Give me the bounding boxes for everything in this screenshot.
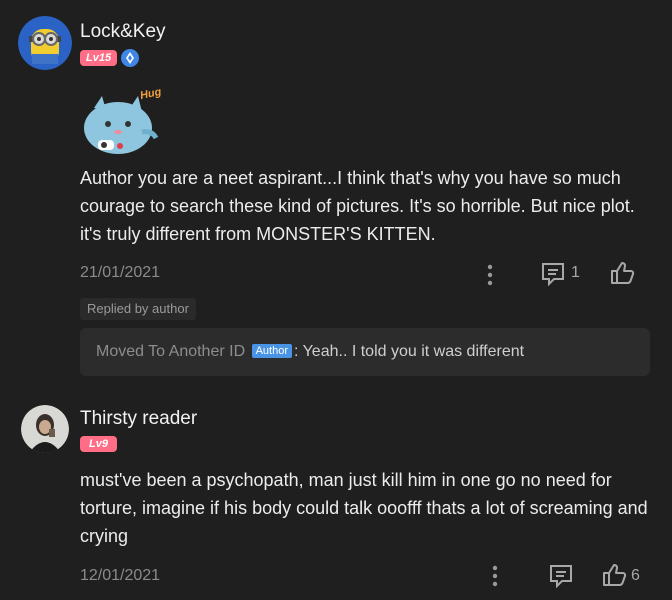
reply-author-name[interactable]: Moved To Another ID xyxy=(96,343,245,360)
comment-date: 21/01/2021 xyxy=(80,264,161,281)
like-icon[interactable] xyxy=(608,259,636,287)
comment-text: must've been a psychopath, man just kill… xyxy=(80,470,648,546)
username[interactable]: Lock&Key xyxy=(80,21,166,43)
replied-by-author-tag: Replied by author xyxy=(80,298,196,320)
like-count: 6 xyxy=(631,567,640,584)
comment-item: Lock&Key Lv15 Hug Author you are a neet … xyxy=(0,0,672,390)
comment-date: 12/01/2021 xyxy=(80,567,161,584)
author-badge: Author xyxy=(251,344,292,358)
more-options-icon[interactable] xyxy=(485,264,495,286)
author-reply[interactable]: Moved To Another ID Author: Yeah.. I tol… xyxy=(80,328,650,376)
like-icon[interactable] xyxy=(600,561,628,589)
more-options-icon[interactable] xyxy=(490,565,500,587)
avatar[interactable] xyxy=(21,405,69,453)
reply-line: Moved To Another ID Author: Yeah.. I tol… xyxy=(96,343,524,361)
comment-item: Thirsty reader Lv9 must've been a psycho… xyxy=(0,390,672,600)
reply-icon[interactable] xyxy=(548,562,574,589)
level-badge: Lv9 xyxy=(80,436,117,452)
verified-badge-icon xyxy=(121,49,139,67)
reply-icon[interactable] xyxy=(540,260,566,287)
reply-text: : Yeah.. I told you it was different xyxy=(294,343,525,360)
username[interactable]: Thirsty reader xyxy=(80,408,197,430)
comment-text: Author you are a neet aspirant...I think… xyxy=(80,168,635,244)
avatar[interactable] xyxy=(18,16,72,70)
level-badge: Lv15 xyxy=(80,50,118,66)
reply-count: 1 xyxy=(571,264,580,281)
